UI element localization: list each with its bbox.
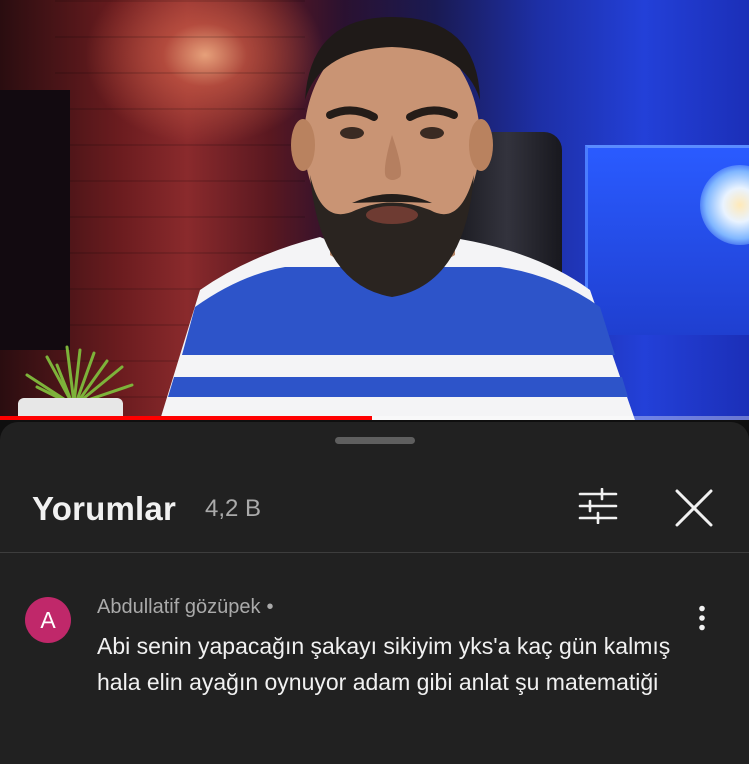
video-progress-bar[interactable] bbox=[0, 416, 749, 420]
video-progress-fill bbox=[0, 416, 372, 420]
close-button[interactable] bbox=[668, 482, 720, 534]
background-doorway bbox=[0, 90, 70, 350]
comment-text: Abi senin yapacağın şakayı sikiyim yks'a… bbox=[97, 633, 671, 695]
video-player[interactable] bbox=[0, 0, 749, 420]
comment-meta: Abdullatif gözüpek • bbox=[97, 596, 273, 619]
sliders-icon bbox=[578, 488, 618, 524]
comment-author[interactable]: Abdullatif gözüpek bbox=[97, 596, 260, 618]
drag-handle[interactable] bbox=[335, 437, 415, 444]
plant-decoration bbox=[25, 345, 134, 405]
sort-filter-button[interactable] bbox=[574, 482, 622, 530]
comment-menu-button[interactable] bbox=[688, 600, 716, 636]
video-person bbox=[160, 17, 635, 420]
header-divider bbox=[0, 552, 749, 553]
avatar[interactable]: A bbox=[25, 597, 71, 643]
comments-title: Yorumlar bbox=[32, 490, 177, 527]
close-icon bbox=[675, 489, 713, 527]
comments-count: 4,2 B bbox=[205, 495, 262, 522]
comments-sheet: Yorumlar 4,2 B A Abdullatif gözüpek • Ab… bbox=[0, 422, 749, 764]
avatar-letter: A bbox=[40, 606, 56, 633]
more-vertical-icon bbox=[699, 605, 705, 631]
meta-separator: • bbox=[266, 596, 274, 618]
